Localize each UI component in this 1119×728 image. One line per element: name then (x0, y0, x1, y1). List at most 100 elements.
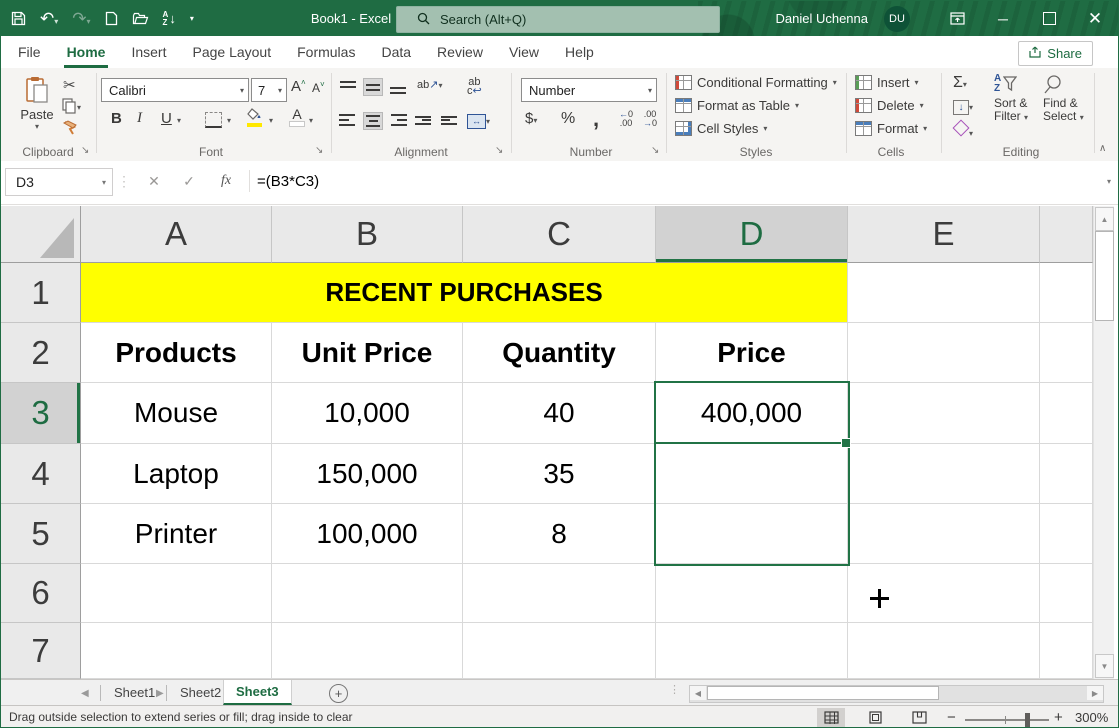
zoom-level[interactable]: 300% (1075, 710, 1108, 725)
cell[interactable]: 8 (463, 504, 656, 564)
font-size-combo[interactable]: 7▾ (251, 78, 287, 102)
borders-button[interactable] (205, 112, 222, 128)
format-as-table-button[interactable]: Format as Table▾ (675, 98, 799, 113)
cell[interactable] (656, 504, 848, 564)
sheet-tab-sheet3[interactable]: Sheet3 (223, 680, 292, 705)
copy-button[interactable]: ▾ (61, 98, 81, 117)
name-box[interactable]: D3 ▾ (5, 168, 113, 196)
format-painter-button[interactable] (63, 120, 80, 139)
scroll-up-icon[interactable]: ▲ (1095, 207, 1114, 231)
bold-button[interactable]: B (111, 110, 122, 127)
align-right-icon[interactable] (389, 112, 407, 128)
save-icon[interactable] (11, 11, 26, 26)
row-header-4[interactable]: 4 (1, 444, 81, 504)
decrease-indent-icon[interactable] (415, 114, 433, 126)
cancel-icon[interactable]: ✕ (141, 168, 167, 194)
font-color-button[interactable]: A (289, 108, 305, 127)
column-header-d[interactable]: D (656, 206, 848, 263)
vertical-scrollbar[interactable]: ▲ ▼ (1093, 206, 1114, 679)
maximize-button[interactable] (1026, 1, 1072, 36)
cell[interactable] (848, 504, 1040, 564)
wrap-text-button[interactable]: abc↩ (467, 78, 482, 96)
font-dialog-launcher[interactable]: ↘ (315, 145, 323, 156)
scroll-right-icon[interactable]: ▶ (1087, 686, 1103, 700)
cell[interactable]: Laptop (81, 444, 272, 504)
cell-styles-button[interactable]: Cell Styles▾ (675, 121, 767, 136)
increase-decimal-button[interactable]: ←0.00 (619, 110, 633, 128)
column-header-e[interactable]: E (848, 206, 1040, 263)
cell[interactable] (848, 323, 1040, 383)
row-header-3[interactable]: 3 (1, 383, 81, 444)
cell-merged-title[interactable]: RECENT PURCHASES (81, 263, 848, 323)
tab-formulas[interactable]: Formulas (284, 36, 368, 68)
cell[interactable]: 10,000 (272, 383, 463, 444)
row-header-2[interactable]: 2 (1, 323, 81, 383)
number-format-combo[interactable]: Number▾ (521, 78, 657, 102)
cell[interactable] (463, 623, 656, 679)
cell[interactable]: Price (656, 323, 848, 383)
shrink-font-button[interactable]: A˅ (312, 80, 325, 95)
fill-color-button[interactable] (247, 108, 263, 127)
column-header-partial[interactable] (1040, 206, 1093, 263)
ribbon-display-options-icon[interactable] (934, 1, 980, 36)
cell[interactable]: Quantity (463, 323, 656, 383)
increase-indent-icon[interactable] (441, 114, 459, 126)
cell[interactable] (272, 564, 463, 623)
row-header-7[interactable]: 7 (1, 623, 81, 679)
cell-partial[interactable] (1040, 444, 1093, 504)
zoom-slider-track[interactable] (965, 719, 1049, 721)
zoom-in-icon[interactable]: + (1054, 709, 1063, 726)
cell[interactable] (848, 263, 1040, 323)
cell[interactable] (463, 564, 656, 623)
scroll-left-icon[interactable]: ◀ (690, 686, 706, 700)
cell[interactable]: 100,000 (272, 504, 463, 564)
grow-font-button[interactable]: A˄ (291, 78, 306, 95)
minimize-button[interactable]: ─ (980, 1, 1026, 36)
comma-style-button[interactable]: , (593, 106, 599, 132)
number-dialog-launcher[interactable]: ↘ (651, 145, 659, 156)
formula-input[interactable]: =(B3*C3) (257, 168, 319, 194)
row-header-5[interactable]: 5 (1, 504, 81, 564)
paste-button[interactable]: Paste ▾ (11, 72, 63, 134)
tab-home[interactable]: Home (54, 36, 119, 68)
insert-function-icon[interactable]: fx (213, 168, 239, 194)
tab-insert[interactable]: Insert (118, 36, 179, 68)
orientation-button[interactable]: ab↗▾ (417, 78, 442, 91)
name-box-dropdown-icon[interactable]: ▾ (102, 178, 112, 187)
align-left-icon[interactable] (339, 112, 357, 128)
user-name[interactable]: Daniel Uchenna (775, 11, 868, 26)
column-header-b[interactable]: B (272, 206, 463, 263)
new-sheet-icon[interactable]: + (329, 684, 348, 703)
fill-color-dropdown-icon[interactable]: ▾ (269, 116, 273, 125)
cell[interactable] (656, 564, 848, 623)
customize-qat-icon[interactable]: ▾ (190, 14, 194, 23)
tab-file[interactable]: File (5, 36, 54, 68)
borders-dropdown-icon[interactable]: ▾ (227, 116, 231, 125)
fill-button[interactable]: ↓▾ (953, 98, 973, 115)
vertical-scroll-thumb[interactable] (1095, 231, 1114, 321)
page-break-view-icon[interactable] (905, 708, 933, 727)
merge-center-button[interactable]: ↔▾ (467, 112, 490, 129)
cell[interactable] (848, 623, 1040, 679)
format-cells-button[interactable]: Format▾ (855, 121, 927, 136)
enter-icon[interactable]: ✓ (176, 168, 202, 194)
tab-view[interactable]: View (496, 36, 552, 68)
percent-button[interactable]: % (561, 110, 575, 128)
insert-cells-button[interactable]: Insert▾ (855, 75, 919, 90)
font-name-combo[interactable]: Calibri▾ (101, 78, 249, 102)
underline-dropdown-icon[interactable]: ▾ (177, 116, 181, 125)
sheet-nav-prev-icon[interactable]: ◀ (81, 680, 89, 706)
align-middle-icon[interactable] (363, 78, 383, 96)
cell-partial[interactable] (1040, 564, 1093, 623)
zoom-slider-thumb[interactable] (1025, 713, 1030, 727)
cell[interactable]: Mouse (81, 383, 272, 444)
collapse-ribbon-icon[interactable]: ∧ (1099, 143, 1106, 154)
delete-cells-button[interactable]: Delete▾ (855, 98, 924, 113)
decrease-decimal-button[interactable]: .00→0 (643, 110, 657, 128)
currency-button[interactable]: $▾ (525, 110, 537, 127)
cell[interactable]: Printer (81, 504, 272, 564)
cell-partial[interactable] (1040, 504, 1093, 564)
align-center-icon[interactable] (363, 112, 383, 130)
cell[interactable]: 400,000 (656, 383, 848, 444)
alignment-dialog-launcher[interactable]: ↘ (495, 145, 503, 156)
